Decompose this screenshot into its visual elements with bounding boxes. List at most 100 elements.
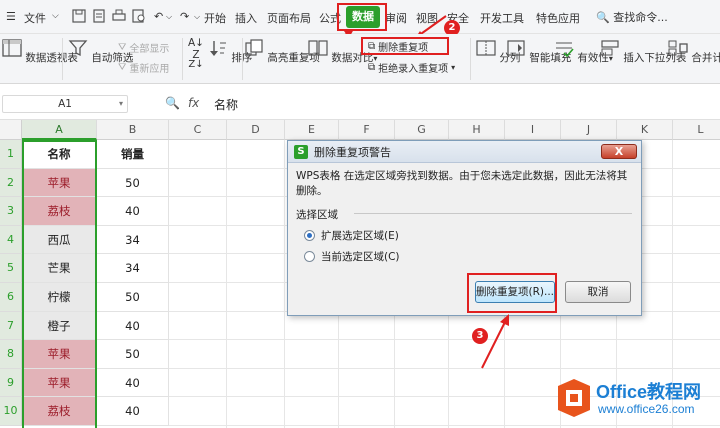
cell-a6[interactable]: 柠檬 (22, 283, 97, 312)
command-search[interactable]: 🔍 查找命令... (596, 9, 668, 25)
expand-selection-option[interactable]: 扩展选定区域(E) (304, 228, 399, 243)
sort-descending-icon[interactable]: Z↓ (186, 59, 206, 70)
column-header-j[interactable]: J (561, 120, 617, 140)
column-header-k[interactable]: K (617, 120, 673, 140)
undo-icon[interactable]: ↶ (154, 10, 163, 23)
chevron-down-icon[interactable]: ⌵ (166, 12, 172, 22)
tab-special-apps[interactable]: 特色应用 (536, 10, 580, 26)
column-header-g[interactable]: G (395, 120, 449, 140)
cell-b6[interactable]: 50 (97, 283, 169, 312)
remove-duplicates-button[interactable]: ⧉ 删除重复项 (368, 39, 428, 54)
autofilter-button[interactable]: 自动筛选 (68, 39, 133, 65)
pivot-table-button[interactable]: 数据透视表 (2, 39, 78, 65)
column-header-a[interactable]: A (22, 120, 97, 140)
cell-b1[interactable]: 销量 (97, 140, 169, 169)
show-all-label: 全部显示 (129, 44, 170, 55)
consolidate-button[interactable]: 合并计算 (668, 39, 720, 65)
chevron-down-icon[interactable]: ⌵ (194, 12, 200, 22)
save-icon[interactable] (72, 9, 86, 23)
current-selection-option[interactable]: 当前选定区域(C) (304, 249, 400, 264)
cell-a8[interactable]: 苹果 (22, 340, 97, 369)
search-icon: 🔍 (596, 11, 610, 24)
cell-a9[interactable]: 苹果 (22, 368, 97, 398)
row-header-1[interactable]: 1 (0, 140, 22, 169)
cell-a1[interactable]: 名称 (22, 140, 97, 169)
sort-ascending-icon[interactable]: A↓ Z (186, 37, 206, 61)
data-compare-icon (308, 40, 328, 56)
cell-b5[interactable]: 34 (97, 254, 169, 283)
grid-line (284, 140, 285, 428)
row-header-6[interactable]: 6 (0, 283, 22, 312)
cell-a2[interactable]: 苹果 (22, 168, 97, 198)
column-header-h[interactable]: H (449, 120, 505, 140)
data-compare-button[interactable]: 数据对比▾ (308, 39, 377, 65)
row-header-8[interactable]: 8 (0, 340, 22, 369)
cell-a4[interactable]: 西瓜 (22, 225, 97, 255)
row-header-5[interactable]: 5 (0, 254, 22, 283)
cell-b8[interactable]: 50 (97, 340, 169, 369)
current-selection-radio[interactable] (304, 251, 315, 262)
column-header-l[interactable]: L (673, 120, 720, 140)
cell-b3[interactable]: 40 (97, 197, 169, 226)
reapply-button[interactable]: ⛛ 重新应用 (118, 60, 169, 75)
dialog-title-bar[interactable]: S 删除重复项警告 X (288, 141, 641, 163)
smart-fill-button[interactable]: 智能填充 (506, 39, 571, 65)
column-header-c[interactable]: C (169, 120, 227, 140)
remove-duplicates-confirm-button[interactable]: 删除重复项(R)... (475, 281, 555, 303)
row-header-2[interactable]: 2 (0, 168, 22, 198)
validity-button[interactable]: 有效性▾ (554, 39, 613, 65)
row-header-9[interactable]: 9 (0, 368, 22, 398)
cell-a10[interactable]: 荔枝 (22, 397, 97, 426)
tab-data[interactable]: 数据 (346, 6, 380, 28)
formula-input[interactable]: 名称 (214, 96, 238, 113)
insert-dropdown-list-button[interactable]: 插入下拉列表 (600, 39, 686, 65)
zoom-icon[interactable]: 🔍 (165, 96, 180, 110)
show-all-button[interactable]: ⛛ 全部显示 (118, 40, 169, 55)
cell-b2[interactable]: 50 (97, 168, 169, 198)
row-header-10[interactable]: 10 (0, 397, 22, 426)
cell-a3[interactable]: 荔枝 (22, 197, 97, 226)
name-box[interactable]: A1 ▾ (2, 95, 128, 113)
cell-b7[interactable]: 40 (97, 311, 169, 341)
cell-a7[interactable]: 橙子 (22, 311, 97, 341)
file-menu[interactable]: 文件 (24, 10, 46, 26)
validity-icon (556, 42, 574, 58)
expand-selection-radio[interactable] (304, 230, 315, 241)
sort-button[interactable]: 排序 (208, 39, 252, 65)
column-header-f[interactable]: F (339, 120, 395, 140)
cell-a5[interactable]: 芒果 (22, 254, 97, 283)
tab-developer[interactable]: 开发工具 (480, 10, 524, 26)
close-button[interactable]: X (601, 144, 637, 159)
column-header-b[interactable]: B (97, 120, 169, 140)
grid-line (169, 367, 720, 369)
cancel-button[interactable]: 取消 (565, 281, 631, 303)
reject-duplicate-entry-button[interactable]: ⧉ 拒绝录入重复项 ▾ (368, 60, 455, 75)
hamburger-icon[interactable]: ☰ (6, 10, 16, 23)
column-header-e[interactable]: E (285, 120, 339, 140)
tab-home[interactable]: 开始 (204, 10, 226, 26)
row-header-3[interactable]: 3 (0, 197, 22, 226)
tab-review[interactable]: 审阅 (385, 10, 407, 26)
export-pdf-icon[interactable] (92, 9, 106, 23)
cell-b9[interactable]: 40 (97, 368, 169, 398)
tab-formula[interactable]: 公式 (319, 10, 341, 26)
print-preview-icon[interactable] (132, 9, 146, 23)
cell-b4[interactable]: 34 (97, 225, 169, 255)
tab-page-layout[interactable]: 页面布局 (267, 10, 311, 26)
redo-icon[interactable]: ↷ (180, 10, 189, 23)
column-header-d[interactable]: D (227, 120, 285, 140)
cell-b10[interactable]: 40 (97, 397, 169, 426)
chevron-down-icon[interactable]: ⌵ (52, 11, 59, 21)
fx-icon[interactable]: fx (188, 96, 199, 110)
filter-reapply-icon: ⛛ (118, 62, 127, 73)
smart-fill-icon (507, 40, 525, 56)
highlight-duplicates-button[interactable]: 高亮重复项 (244, 39, 320, 65)
print-icon[interactable] (112, 9, 126, 23)
tab-insert[interactable]: 插入 (235, 10, 257, 26)
remove-duplicates-icon: ⧉ (368, 41, 376, 52)
select-all-corner[interactable] (0, 120, 22, 140)
column-header-i[interactable]: I (505, 120, 561, 140)
row-header-4[interactable]: 4 (0, 225, 22, 255)
row-header-7[interactable]: 7 (0, 311, 22, 341)
text-to-columns-button[interactable]: 分列 (476, 39, 520, 65)
